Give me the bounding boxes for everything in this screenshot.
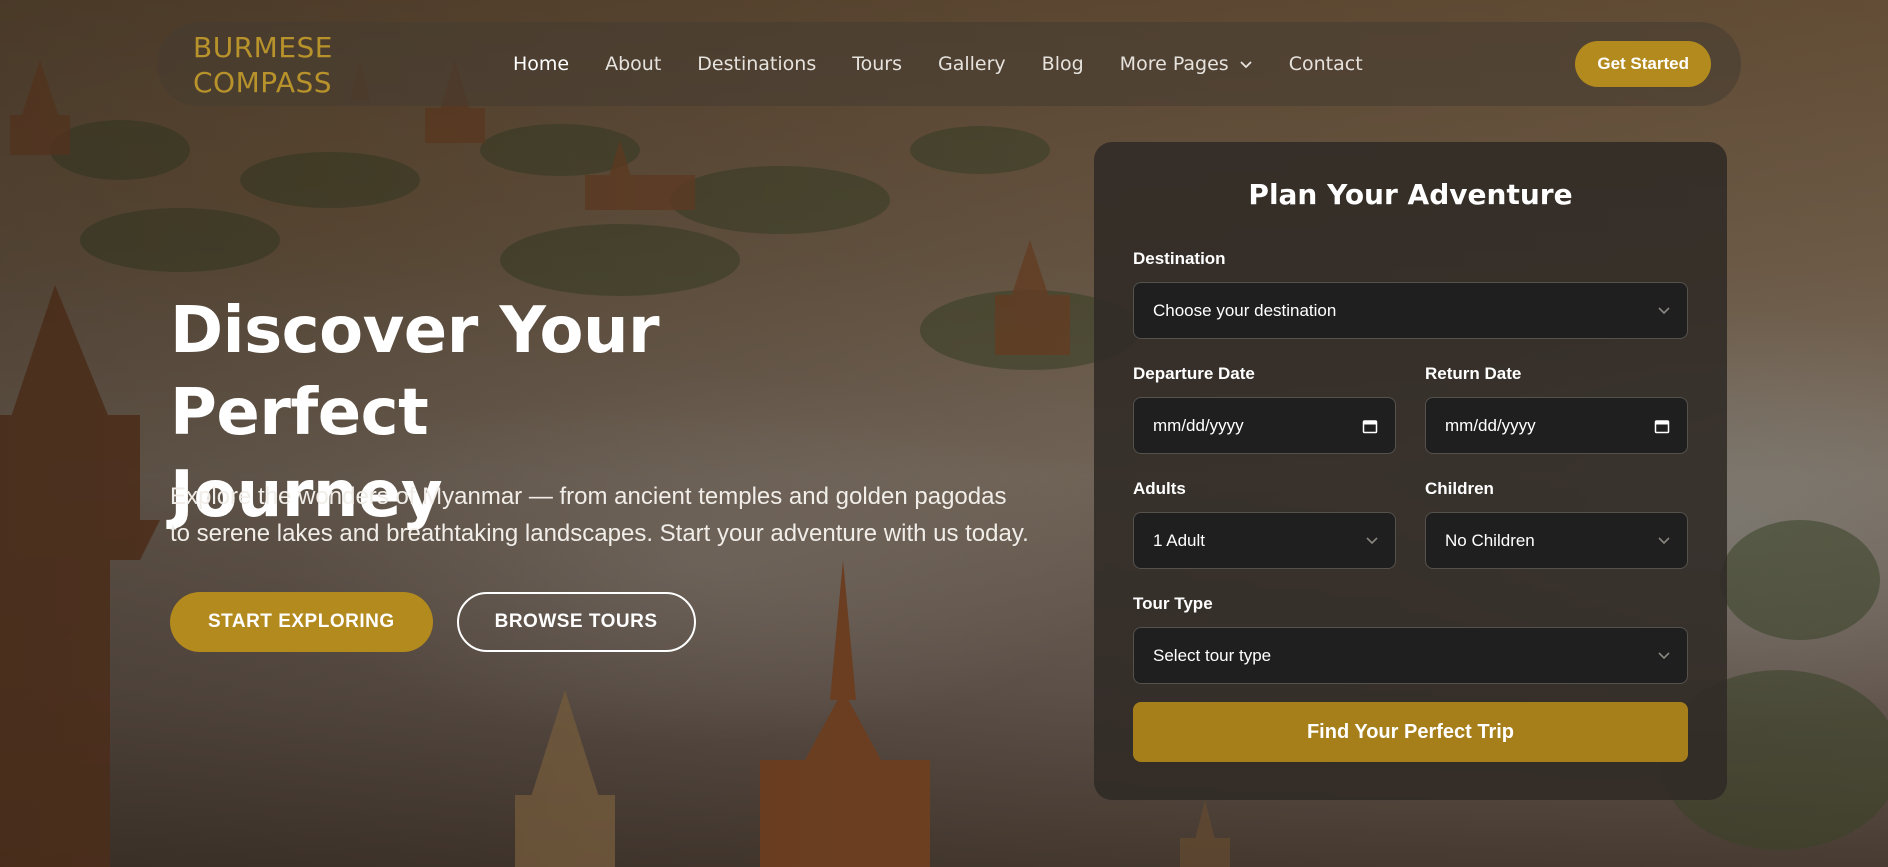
adults-select-value: 1 Adult	[1153, 530, 1205, 550]
booking-form-title: Plan Your Adventure	[1248, 178, 1573, 211]
find-trip-button[interactable]: Find Your Perfect Trip	[1133, 702, 1688, 762]
nav-link-destinations[interactable]: Destinations	[697, 53, 816, 75]
nav-link-more-pages-label: More Pages	[1119, 53, 1229, 75]
hero-description: Explore the wonders of Myanmar — from an…	[170, 483, 1029, 547]
nav-link-more-pages[interactable]: More Pages	[1120, 53, 1253, 75]
tour-type-select-value: Select tour type	[1153, 645, 1272, 665]
nav-link-gallery[interactable]: Gallery	[938, 53, 1006, 75]
chevron-down-icon	[1658, 307, 1670, 315]
calendar-icon[interactable]	[1654, 418, 1670, 434]
departure-date-input[interactable]: mm/dd/yyyy	[1133, 397, 1396, 454]
browse-tours-button[interactable]: BROWSE TOURS	[456, 592, 696, 652]
return-date-value: mm/dd/yyyy	[1445, 415, 1536, 435]
chevron-down-icon	[1366, 537, 1378, 545]
nav-links: Home About Destinations Tours Gallery Bl…	[513, 22, 1399, 106]
departure-date-label: Departure Date	[1133, 364, 1255, 383]
brand-line-2: COMPASS	[193, 66, 333, 99]
get-started-button[interactable]: Get Started	[1575, 41, 1711, 87]
children-select-value: No Children	[1445, 530, 1535, 550]
chevron-down-icon	[1240, 61, 1252, 69]
nav-link-home[interactable]: Home	[513, 53, 569, 75]
calendar-icon[interactable]	[1362, 418, 1378, 434]
tour-type-select[interactable]: Select tour type	[1133, 627, 1688, 684]
destination-label: Destination	[1133, 249, 1226, 268]
tour-type-label: Tour Type	[1133, 594, 1213, 613]
chevron-down-icon	[1658, 652, 1670, 660]
top-navbar: BURMESE COMPASS Home About Destinations …	[157, 22, 1741, 106]
return-date-input[interactable]: mm/dd/yyyy	[1425, 397, 1688, 454]
destination-select-value: Choose your destination	[1153, 300, 1337, 320]
departure-date-value: mm/dd/yyyy	[1153, 415, 1244, 435]
booking-form-card: Plan Your Adventure Destination Choose y…	[1094, 142, 1727, 800]
adults-select[interactable]: 1 Adult	[1133, 512, 1396, 569]
destination-select[interactable]: Choose your destination	[1133, 282, 1688, 339]
nav-link-about[interactable]: About	[605, 53, 661, 75]
brand-line-1: BURMESE	[193, 31, 333, 64]
adults-label: Adults	[1133, 479, 1186, 498]
children-select[interactable]: No Children	[1425, 512, 1688, 569]
nav-link-blog[interactable]: Blog	[1042, 53, 1084, 75]
nav-link-tours[interactable]: Tours	[852, 53, 902, 75]
nav-link-contact[interactable]: Contact	[1289, 53, 1363, 75]
brand-logo[interactable]: BURMESE COMPASS	[193, 30, 333, 100]
hero-buttons: START EXPLORING BROWSE TOURS	[170, 592, 696, 652]
hero-title-line-1: Discover Your Perfect	[170, 294, 660, 450]
children-label: Children	[1425, 479, 1494, 498]
return-date-label: Return Date	[1425, 364, 1522, 383]
chevron-down-icon	[1658, 537, 1670, 545]
start-exploring-button[interactable]: START EXPLORING	[170, 592, 433, 652]
